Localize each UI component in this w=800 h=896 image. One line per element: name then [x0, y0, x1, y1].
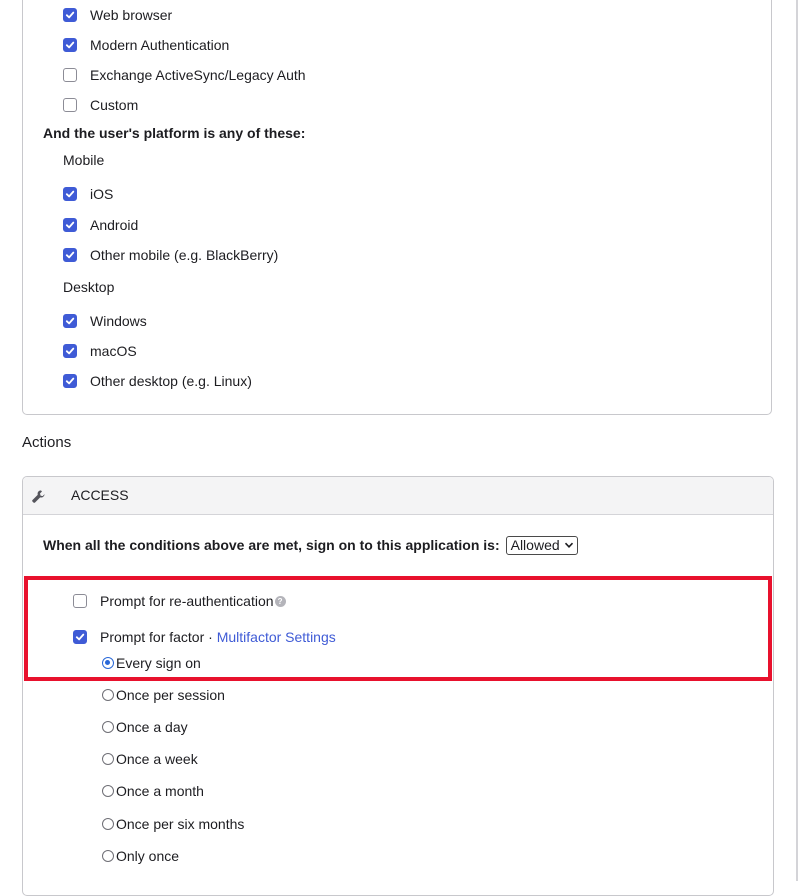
checkbox-label: Custom	[90, 97, 139, 113]
radio-once-per-six-months[interactable]: Once per six months	[102, 813, 244, 835]
radio-every-sign-on[interactable]: Every sign on	[102, 652, 201, 674]
multifactor-settings-link[interactable]: Multifactor Settings	[217, 629, 336, 645]
radio-label: Once a month	[116, 783, 204, 799]
radio-button[interactable]	[102, 785, 114, 797]
factor-row[interactable]: Prompt for factor · Multifactor Settings	[73, 626, 336, 648]
checkbox-label: Other desktop (e.g. Linux)	[90, 373, 252, 389]
checkbox-label: Web browser	[90, 7, 173, 23]
question-mark-icon[interactable]: ?	[274, 595, 286, 607]
radio-button[interactable]	[102, 850, 114, 862]
radio-button[interactable]	[102, 689, 114, 701]
radio-label: Once per six months	[116, 816, 245, 832]
checkbox-label: Modern Authentication	[90, 37, 230, 53]
condition-text: When all the conditions above are met, s…	[43, 537, 500, 553]
access-select-value: Allowed	[510, 537, 560, 553]
checkbox-row-other-desktop[interactable]: Other desktop (e.g. Linux)	[63, 370, 252, 392]
reauth-label: Prompt for re-authentication	[100, 593, 274, 609]
checkbox-row-web-browser[interactable]: Web browser	[63, 4, 172, 26]
mobile-group-label: Mobile	[63, 152, 105, 168]
checkbox-row-exchange-activesync[interactable]: Exchange ActiveSync/Legacy Auth	[63, 64, 306, 86]
wrench-icon-svg	[32, 490, 45, 503]
radio-once-a-month[interactable]: Once a month	[102, 780, 204, 802]
checkbox[interactable]	[63, 374, 77, 388]
checkbox-label: Android	[90, 217, 139, 233]
radio-label: Every sign on	[116, 655, 201, 671]
checkbox-row-macos[interactable]: macOS	[63, 340, 137, 362]
radio-only-once[interactable]: Only once	[102, 845, 179, 867]
checkbox-label: Exchange ActiveSync/Legacy Auth	[90, 67, 306, 83]
checkbox-label: macOS	[90, 343, 137, 359]
radio-button[interactable]	[102, 818, 114, 830]
radio-once-a-day[interactable]: Once a day	[102, 716, 188, 738]
checkbox[interactable]	[63, 68, 77, 82]
reauth-row[interactable]: Prompt for re-authentication ?	[73, 590, 286, 612]
checkbox[interactable]	[73, 630, 87, 644]
checkbox[interactable]	[63, 344, 77, 358]
radio-button[interactable]	[102, 753, 114, 765]
actions-title: Actions	[22, 433, 72, 451]
radio-label: Once a day	[116, 719, 188, 735]
desktop-group-label: Desktop	[63, 279, 115, 295]
checkbox[interactable]	[63, 8, 77, 22]
checkbox[interactable]	[63, 38, 77, 52]
checkbox-label: iOS	[90, 186, 114, 202]
checkbox[interactable]	[73, 594, 87, 608]
scrollbar-edge	[796, 0, 798, 881]
checkbox[interactable]	[63, 98, 77, 112]
checkbox-row-custom[interactable]: Custom	[63, 94, 138, 116]
radio-button[interactable]	[102, 721, 114, 733]
platform-heading: And the user's platform is any of these:	[43, 125, 306, 141]
factor-label: Prompt for factor ·	[100, 629, 217, 645]
radio-label: Only once	[116, 848, 180, 864]
checkbox[interactable]	[63, 248, 77, 262]
checkbox-label: Windows	[90, 313, 147, 329]
radio-button[interactable]	[102, 657, 114, 669]
checkbox-row-ios[interactable]: iOS	[63, 183, 113, 205]
radio-once-per-session[interactable]: Once per session	[102, 684, 225, 706]
checkbox-row-android[interactable]: Android	[63, 214, 138, 236]
checkbox-row-other-mobile[interactable]: Other mobile (e.g. BlackBerry)	[63, 244, 278, 266]
condition-row: When all the conditions above are met, s…	[43, 534, 578, 556]
checkbox-row-windows[interactable]: Windows	[63, 310, 147, 332]
checkbox[interactable]	[63, 187, 77, 201]
checkbox-label: Other mobile (e.g. BlackBerry)	[90, 247, 279, 263]
radio-label: Once per session	[116, 687, 225, 703]
radio-label: Once a week	[116, 751, 198, 767]
radio-once-a-week[interactable]: Once a week	[102, 748, 198, 770]
access-select[interactable]: Allowed	[505, 535, 578, 555]
checkbox-row-modern-authentication[interactable]: Modern Authentication	[63, 34, 229, 56]
checkbox[interactable]	[63, 314, 77, 328]
access-header-label: ACCESS	[71, 487, 129, 503]
access-panel-header: ACCESS	[23, 477, 773, 515]
checkbox[interactable]	[63, 218, 77, 232]
chevron-down-icon	[564, 542, 573, 548]
wrench-icon	[31, 489, 46, 509]
